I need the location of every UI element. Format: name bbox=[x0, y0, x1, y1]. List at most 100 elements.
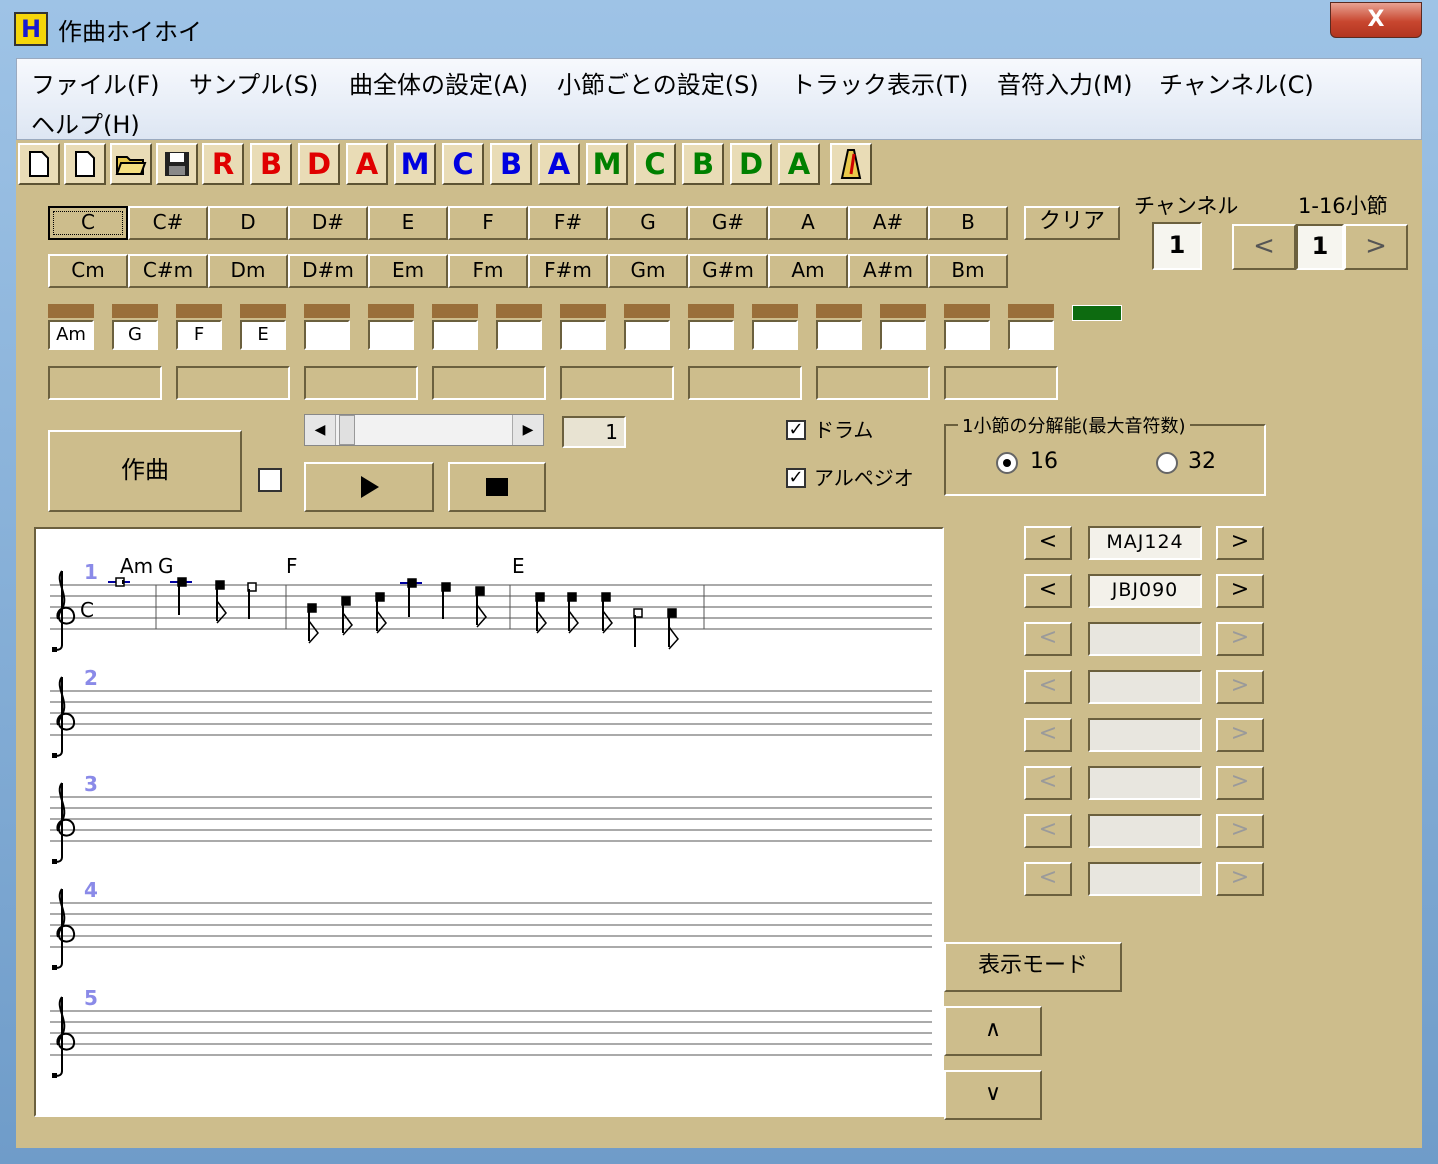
chord-button-am[interactable]: Am bbox=[768, 254, 848, 288]
measure-value[interactable]: 1 bbox=[1296, 224, 1344, 270]
measure-chord-5[interactable] bbox=[304, 320, 350, 350]
measure-chord-10[interactable] bbox=[624, 320, 670, 350]
chord-button-f[interactable]: F bbox=[448, 206, 528, 240]
tempo-scrollbar[interactable]: ◀ ▶ bbox=[304, 414, 544, 446]
menu-track-display[interactable]: トラック表示(T) bbox=[791, 65, 968, 100]
toolbar-a-red[interactable]: A bbox=[346, 143, 388, 185]
chord-button-gm[interactable]: Gm bbox=[608, 254, 688, 288]
compose-button[interactable]: 作曲 bbox=[48, 430, 242, 512]
score-canvas[interactable]: 1 2 3 4 5 C Am G F E bbox=[36, 529, 942, 1115]
pattern-next-button-5[interactable]: > bbox=[1216, 718, 1264, 752]
pattern-slot-7[interactable] bbox=[816, 366, 930, 400]
metronome-button[interactable] bbox=[830, 143, 872, 185]
pattern-prev-button-6[interactable]: < bbox=[1024, 766, 1072, 800]
chord-button-a[interactable]: A bbox=[768, 206, 848, 240]
scroll-right-icon[interactable]: ▶ bbox=[512, 415, 543, 445]
toolbar-b-green[interactable]: B bbox=[682, 143, 724, 185]
pattern-prev-button-3[interactable]: < bbox=[1024, 622, 1072, 656]
measure-chord-9[interactable] bbox=[560, 320, 606, 350]
chord-button-bm[interactable]: Bm bbox=[928, 254, 1008, 288]
resolution-32-radio[interactable] bbox=[1156, 452, 1178, 474]
chord-button-gsharpm[interactable]: G#m bbox=[688, 254, 768, 288]
chord-button-d[interactable]: D bbox=[208, 206, 288, 240]
clear-button[interactable]: クリア bbox=[1024, 206, 1120, 240]
chord-button-cm[interactable]: Cm bbox=[48, 254, 128, 288]
measure-chord-4[interactable]: E bbox=[240, 320, 286, 350]
save-button[interactable] bbox=[156, 143, 198, 185]
pattern-prev-button-4[interactable]: < bbox=[1024, 670, 1072, 704]
toolbar-c-green[interactable]: C bbox=[634, 143, 676, 185]
channel-value[interactable]: 1 bbox=[1152, 222, 1202, 270]
measure-chord-12[interactable] bbox=[752, 320, 798, 350]
measure-chord-6[interactable] bbox=[368, 320, 414, 350]
measure-chord-14[interactable] bbox=[880, 320, 926, 350]
score-view[interactable]: 1 2 3 4 5 C Am G F E bbox=[34, 527, 944, 1117]
measure-chord-8[interactable] bbox=[496, 320, 542, 350]
measure-chord-11[interactable] bbox=[688, 320, 734, 350]
chord-button-asharpm[interactable]: A#m bbox=[848, 254, 928, 288]
chord-button-csharp[interactable]: C# bbox=[128, 206, 208, 240]
measure-chord-3[interactable]: F bbox=[176, 320, 222, 350]
pattern-slot-6[interactable] bbox=[688, 366, 802, 400]
chord-button-dm[interactable]: Dm bbox=[208, 254, 288, 288]
measure-chord-1[interactable]: Am bbox=[48, 320, 94, 350]
stop-button[interactable] bbox=[448, 462, 546, 512]
pattern-next-button-2[interactable]: > bbox=[1216, 574, 1264, 608]
menu-channel[interactable]: チャンネル(C) bbox=[1159, 65, 1314, 100]
toolbar-d-green[interactable]: D bbox=[730, 143, 772, 185]
scroll-down-button[interactable]: ∨ bbox=[944, 1070, 1042, 1120]
measure-next-button[interactable]: > bbox=[1344, 224, 1408, 270]
pattern-prev-button-5[interactable]: < bbox=[1024, 718, 1072, 752]
compose-option-checkbox[interactable] bbox=[258, 468, 282, 492]
measure-chord-13[interactable] bbox=[816, 320, 862, 350]
pattern-next-button-8[interactable]: > bbox=[1216, 862, 1264, 896]
toolbar-a-green[interactable]: A bbox=[778, 143, 820, 185]
scroll-left-icon[interactable]: ◀ bbox=[305, 415, 336, 445]
close-button[interactable]: X bbox=[1330, 2, 1422, 38]
measure-chord-7[interactable] bbox=[432, 320, 478, 350]
open-button[interactable] bbox=[110, 143, 152, 185]
pattern-slot-1[interactable] bbox=[48, 366, 162, 400]
pattern-slot-3[interactable] bbox=[304, 366, 418, 400]
chord-button-csharpm[interactable]: C#m bbox=[128, 254, 208, 288]
chord-button-fsharp[interactable]: F# bbox=[528, 206, 608, 240]
pattern-next-button-1[interactable]: > bbox=[1216, 526, 1264, 560]
pattern-prev-button-1[interactable]: < bbox=[1024, 526, 1072, 560]
menu-help[interactable]: ヘルプ(H) bbox=[31, 105, 140, 140]
pattern-next-button-7[interactable]: > bbox=[1216, 814, 1264, 848]
pattern-prev-button-2[interactable]: < bbox=[1024, 574, 1072, 608]
toolbar-r[interactable]: R bbox=[202, 143, 244, 185]
toolbar-a-blue[interactable]: A bbox=[538, 143, 580, 185]
chord-button-em[interactable]: Em bbox=[368, 254, 448, 288]
chord-button-asharp[interactable]: A# bbox=[848, 206, 928, 240]
chord-button-c[interactable]: C bbox=[48, 206, 128, 240]
pattern-slot-2[interactable] bbox=[176, 366, 290, 400]
menu-sample[interactable]: サンプル(S) bbox=[189, 65, 318, 100]
menu-song-settings[interactable]: 曲全体の設定(A) bbox=[349, 65, 528, 100]
chord-button-b[interactable]: B bbox=[928, 206, 1008, 240]
measure-chord-15[interactable] bbox=[944, 320, 990, 350]
scroll-thumb[interactable] bbox=[339, 415, 355, 445]
pattern-next-button-3[interactable]: > bbox=[1216, 622, 1264, 656]
pattern-slot-5[interactable] bbox=[560, 366, 674, 400]
chord-button-e[interactable]: E bbox=[368, 206, 448, 240]
pattern-slot-8[interactable] bbox=[944, 366, 1058, 400]
new-file-button[interactable] bbox=[18, 143, 60, 185]
pattern-prev-button-8[interactable]: < bbox=[1024, 862, 1072, 896]
pattern-slot-4[interactable] bbox=[432, 366, 546, 400]
play-button[interactable] bbox=[304, 462, 434, 512]
pattern-next-button-4[interactable]: > bbox=[1216, 670, 1264, 704]
chord-button-gsharp[interactable]: G# bbox=[688, 206, 768, 240]
arpeggio-checkbox[interactable]: ✓ bbox=[786, 468, 806, 488]
chord-button-dsharp[interactable]: D# bbox=[288, 206, 368, 240]
toolbar-m-green[interactable]: M bbox=[586, 143, 628, 185]
new-file-button-2[interactable] bbox=[64, 143, 106, 185]
menu-note-input[interactable]: 音符入力(M) bbox=[997, 65, 1132, 100]
pattern-next-button-6[interactable]: > bbox=[1216, 766, 1264, 800]
measure-chord-2[interactable]: G bbox=[112, 320, 158, 350]
scroll-up-button[interactable]: ∧ bbox=[944, 1006, 1042, 1056]
chord-button-dsharpm[interactable]: D#m bbox=[288, 254, 368, 288]
toolbar-b-blue[interactable]: B bbox=[490, 143, 532, 185]
resolution-16-radio[interactable] bbox=[996, 452, 1018, 474]
pattern-prev-button-7[interactable]: < bbox=[1024, 814, 1072, 848]
